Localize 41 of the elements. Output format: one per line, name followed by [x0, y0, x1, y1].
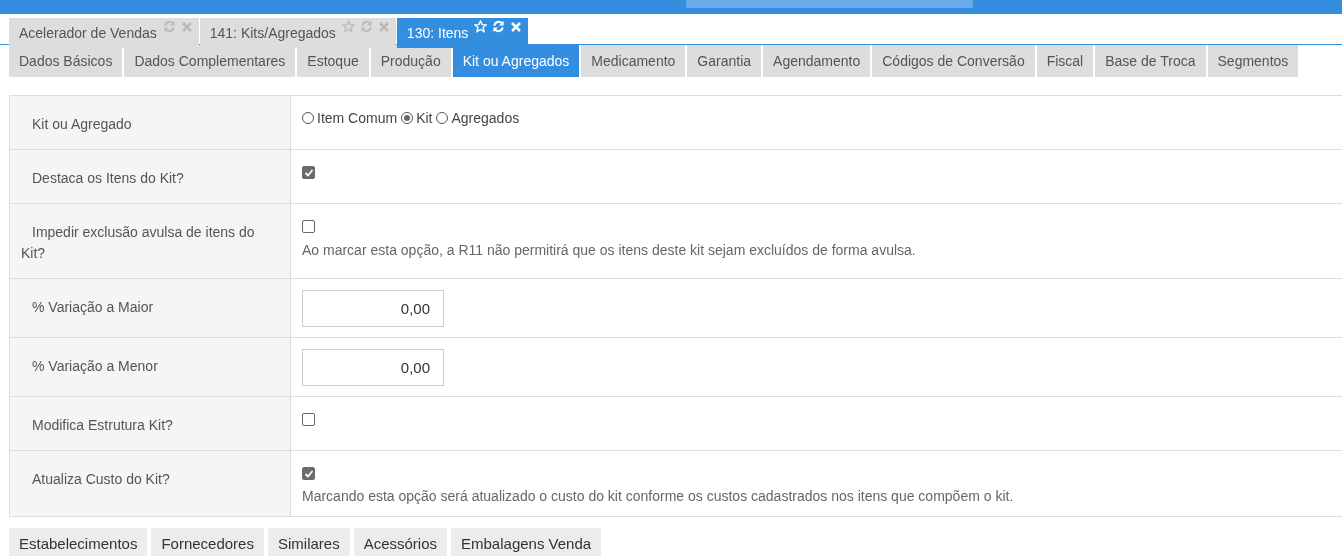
field-label: Atualiza Custo do Kit?: [10, 451, 291, 516]
checkbox[interactable]: [302, 166, 315, 179]
radio-label: Item Comum: [317, 110, 398, 126]
field-label: % Variação a Maior: [10, 279, 291, 337]
field-label: Destaca os Itens do Kit?: [10, 150, 291, 203]
section-tab[interactable]: Fiscal: [1036, 45, 1096, 77]
refresh-icon[interactable]: [492, 20, 506, 33]
section-tab[interactable]: Garantia: [687, 45, 764, 77]
radio-button[interactable]: [302, 112, 314, 124]
radio-button[interactable]: [401, 112, 414, 124]
checkbox[interactable]: [302, 220, 315, 233]
section-button[interactable]: Acessórios: [353, 527, 447, 556]
section-tab[interactable]: Agendamento: [763, 45, 873, 77]
document-tab[interactable]: 130: Itens: [396, 18, 529, 48]
section-button[interactable]: Embalagens Venda: [451, 527, 602, 556]
section-tab[interactable]: Códigos de Conversão: [872, 45, 1037, 77]
help-text: Ao marcar esta opção, a R11 não permitirá que os itens deste kit sejam excluídos de forma avulsa.: [302, 242, 917, 258]
help-text: Marcando esta opção será atualizado o custo do kit conforme os custos cadastrados nos itens que compõem o kit.: [302, 487, 1015, 504]
radio-label: Agregados: [451, 110, 520, 126]
star-icon[interactable]: [341, 20, 355, 33]
number-field[interactable]: 0,00: [302, 349, 444, 386]
section-button[interactable]: Similares: [267, 527, 350, 556]
section-tab[interactable]: Base de Troca: [1095, 45, 1208, 77]
radio-label: Kit: [416, 110, 433, 126]
field-label: Modifica Estrutura Kit?: [10, 397, 291, 450]
number-field[interactable]: 0,00: [302, 290, 444, 327]
tab-label: 141: Kits/Agregados: [209, 24, 336, 40]
section-tab[interactable]: Kit ou Agregados: [452, 45, 582, 77]
field-label: Impedir exclusão avulsa de itens do Kit?: [10, 204, 291, 278]
section-button[interactable]: Fornecedores: [151, 527, 264, 556]
radio-button[interactable]: [436, 112, 449, 124]
field-label: Kit ou Agregado: [10, 96, 291, 149]
checkbox[interactable]: [302, 467, 315, 480]
document-tab[interactable]: 141: Kits/Agregados: [199, 18, 396, 48]
field-label: % Variação a Menor: [10, 338, 291, 396]
section-tab[interactable]: Medicamento: [581, 45, 688, 77]
section-tab[interactable]: Segmentos: [1207, 45, 1301, 77]
tab-label: Acelerador de Vendas: [19, 24, 157, 40]
checkbox[interactable]: [302, 413, 315, 426]
section-button[interactable]: Estabelecimentos: [9, 527, 148, 556]
tab-label: 130: Itens: [406, 24, 469, 40]
